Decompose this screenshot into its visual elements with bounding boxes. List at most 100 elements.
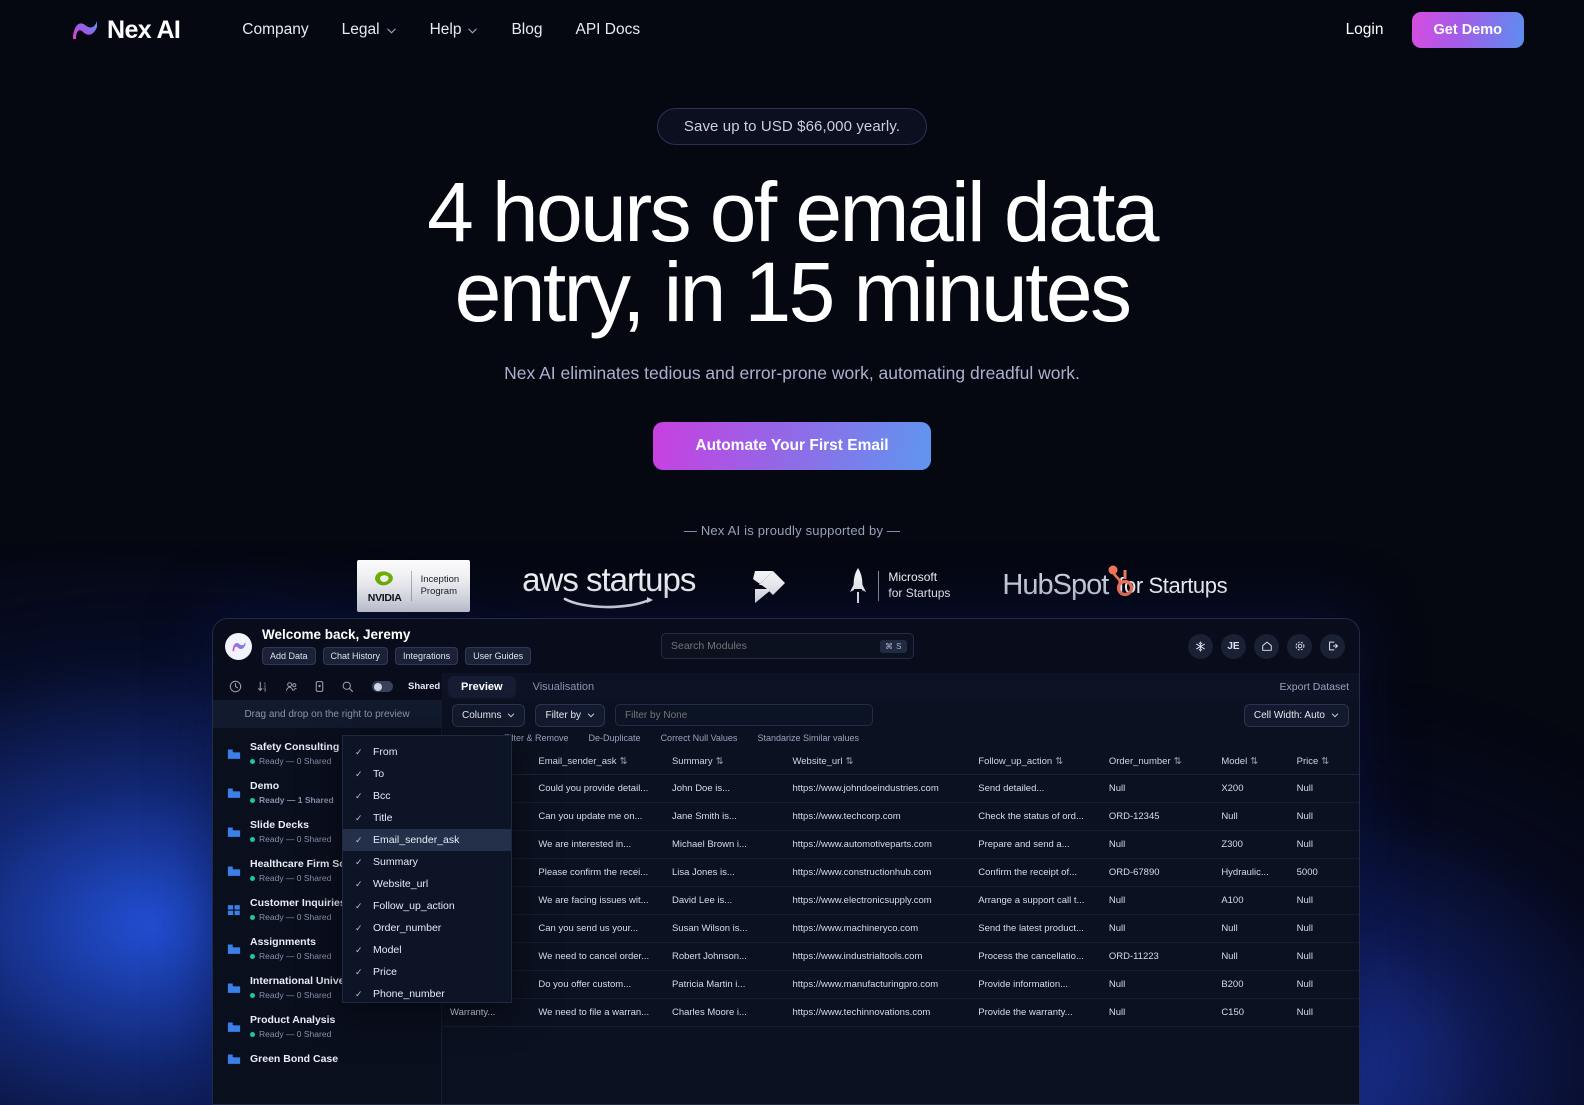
gear-icon[interactable] — [1287, 633, 1312, 659]
op-de-duplicate[interactable]: De-Duplicate — [589, 733, 641, 743]
table-row[interactable]: Warranty... We need to file a warran... Ch… — [442, 998, 1359, 1027]
table-cell: https://www.automotiveparts.com — [784, 830, 971, 859]
table-row[interactable]: ...Please confirm the recei...Lisa Jones… — [442, 858, 1359, 887]
column-header[interactable]: Price ⇅ — [1288, 749, 1359, 775]
table-row[interactable]: Statu...Can you update me on...Jane Smit… — [442, 802, 1359, 831]
check-icon: ✓ — [355, 966, 363, 977]
column-option[interactable]: ✓ Phone_number — [343, 983, 511, 1002]
tab-preview[interactable]: Preview — [448, 675, 516, 698]
search-modules-box[interactable]: ⌘ S — [661, 633, 914, 659]
sort-toggle-icon[interactable]: ⇅ — [1321, 756, 1329, 767]
logo[interactable]: Nex AI — [70, 16, 181, 45]
clock-icon[interactable] — [229, 680, 242, 693]
sort-toggle-icon[interactable]: ⇅ — [1055, 756, 1063, 767]
table-cell: Null — [1213, 802, 1289, 831]
table-row[interactable]: Order...We are interested in...Michael B… — [442, 830, 1359, 859]
table-row[interactable]: y abo...Could you provide detail...John … — [442, 774, 1359, 803]
get-demo-button[interactable]: Get Demo — [1411, 12, 1524, 48]
list-item[interactable]: Product Analysis Ready — 0 Shared — [213, 1007, 441, 1046]
column-header[interactable]: Email_sender_ask ⇅ — [530, 749, 664, 775]
column-option[interactable]: ✓ Price — [343, 961, 511, 983]
dataset-title: Assignments — [250, 936, 316, 948]
column-option-label: Order_number — [373, 922, 442, 934]
column-header-label: Website_url — [792, 756, 843, 767]
avatar[interactable]: JE — [1221, 633, 1246, 659]
column-option-label: From — [373, 746, 398, 758]
column-header[interactable]: Website_url ⇅ — [784, 749, 971, 775]
nav-links: Company Legal Help Blog API Docs — [242, 21, 640, 39]
table-cell: Null — [1288, 942, 1359, 971]
chip-user-guides[interactable]: User Guides — [465, 647, 532, 665]
chip-add-data[interactable]: Add Data — [262, 647, 316, 665]
column-option[interactable]: ✓ Bcc — [343, 785, 511, 807]
chip-chat-history[interactable]: Chat History — [322, 647, 389, 665]
column-option[interactable]: ✓ Email_sender_ask — [343, 829, 511, 851]
logout-icon[interactable] — [1320, 633, 1345, 659]
column-option[interactable]: ✓ From — [343, 741, 511, 763]
column-option[interactable]: ✓ Summary — [343, 851, 511, 873]
supporters-logos: NVIDIA Inception Program aws startups Mi… — [0, 559, 1584, 612]
sort-toggle-icon[interactable]: ⇅ — [620, 756, 628, 767]
column-header[interactable]: Order_number ⇅ — [1100, 749, 1214, 775]
nav-item-company[interactable]: Company — [242, 21, 308, 39]
table-row[interactable]: est for...Can you send us your...Susan W… — [442, 914, 1359, 943]
filter-input[interactable] — [625, 709, 864, 721]
column-option[interactable]: ✓ Follow_up_action — [343, 895, 511, 917]
nav-item-help[interactable]: Help — [430, 21, 479, 39]
nav-item-blog[interactable]: Blog — [511, 21, 542, 39]
column-option[interactable]: ✓ Title — [343, 807, 511, 829]
sort-icon[interactable]: 19 — [257, 680, 270, 693]
tab-visualisation[interactable]: Visualisation — [520, 676, 608, 698]
automate-first-email-button[interactable]: Automate Your First Email — [653, 421, 931, 470]
check-icon: ✓ — [355, 856, 363, 867]
people-icon[interactable] — [285, 680, 298, 693]
nav-item-legal[interactable]: Legal — [342, 21, 397, 39]
status-dot — [250, 797, 255, 803]
cell-width-dropdown-button[interactable]: Cell Width: Auto — [1243, 703, 1349, 727]
sort-toggle-icon[interactable]: ⇅ — [1250, 756, 1258, 767]
shared-with-me-toggle[interactable] — [372, 681, 393, 692]
dataset-status: Ready — 1 Shared — [250, 795, 334, 805]
sort-toggle-icon[interactable]: ⇅ — [716, 756, 724, 767]
column-option[interactable]: ✓ To — [343, 763, 511, 785]
column-option[interactable]: ✓ Order_number — [343, 917, 511, 939]
table-body: y abo...Could you provide detail...John … — [442, 774, 1359, 1027]
dataset-status: Ready — 0 Shared — [250, 951, 331, 961]
table-cell: Check the status of ord... — [970, 802, 1101, 831]
table-row[interactable]: Order...We need to cancel order...Robert… — [442, 942, 1359, 971]
column-header[interactable]: Summary ⇅ — [663, 749, 785, 775]
sort-toggle-icon[interactable]: ⇅ — [845, 756, 853, 767]
export-dataset-button[interactable]: Export Dataset — [1280, 681, 1359, 693]
nav-label: Blog — [511, 21, 543, 38]
inception-line-2: Program — [420, 585, 458, 597]
snowflake-icon[interactable] — [1188, 633, 1213, 659]
columns-dropdown-menu[interactable]: ✓ From ✓ To ✓ Bcc ✓ Title ✓ Email_sender_ask ✓ Summ… — [342, 735, 512, 1003]
home-icon[interactable] — [1254, 633, 1279, 659]
column-option[interactable]: ✓ Website_url — [343, 873, 511, 895]
chip-integrations[interactable]: Integrations — [395, 647, 459, 665]
columns-dropdown-button[interactable]: Columns — [452, 703, 526, 727]
column-option[interactable]: ✓ Model — [343, 939, 511, 961]
search-input[interactable] — [671, 640, 880, 652]
op-filter-remove[interactable]: Filter & Remove — [504, 733, 569, 743]
table-row[interactable]: Inquiry abo...Do you offer custom...Patr… — [442, 970, 1359, 999]
nvidia-inception-logo: NVIDIA Inception Program — [356, 559, 471, 612]
device-icon[interactable] — [313, 680, 326, 693]
column-header[interactable]: Model ⇅ — [1213, 749, 1289, 775]
op-correct-null-values[interactable]: Correct Null Values — [661, 733, 738, 743]
column-header[interactable]: Follow_up_action ⇅ — [970, 749, 1101, 775]
search-icon[interactable] — [341, 680, 354, 693]
dataset-status: Ready — 0 Shared — [250, 990, 349, 1000]
login-link[interactable]: Login — [1346, 21, 1384, 39]
folder-icon — [227, 787, 241, 798]
list-item[interactable]: Green Bond Case — [213, 1046, 441, 1072]
filter-by-dropdown-button[interactable]: Filter by — [535, 703, 606, 727]
filter-input-wrap[interactable] — [615, 704, 874, 726]
headline-line-2: entry, in 15 minutes — [454, 244, 1132, 339]
table-row[interactable]: nical...We are facing issues wit...David… — [442, 886, 1359, 915]
op-standarize-similar-values[interactable]: Standarize Similar values — [757, 733, 859, 743]
table-cell: Null — [1213, 942, 1289, 971]
sort-toggle-icon[interactable]: ⇅ — [1174, 756, 1182, 767]
nav-item-api-docs[interactable]: API Docs — [575, 21, 640, 39]
table-cell: Provide the warranty... — [970, 998, 1101, 1027]
